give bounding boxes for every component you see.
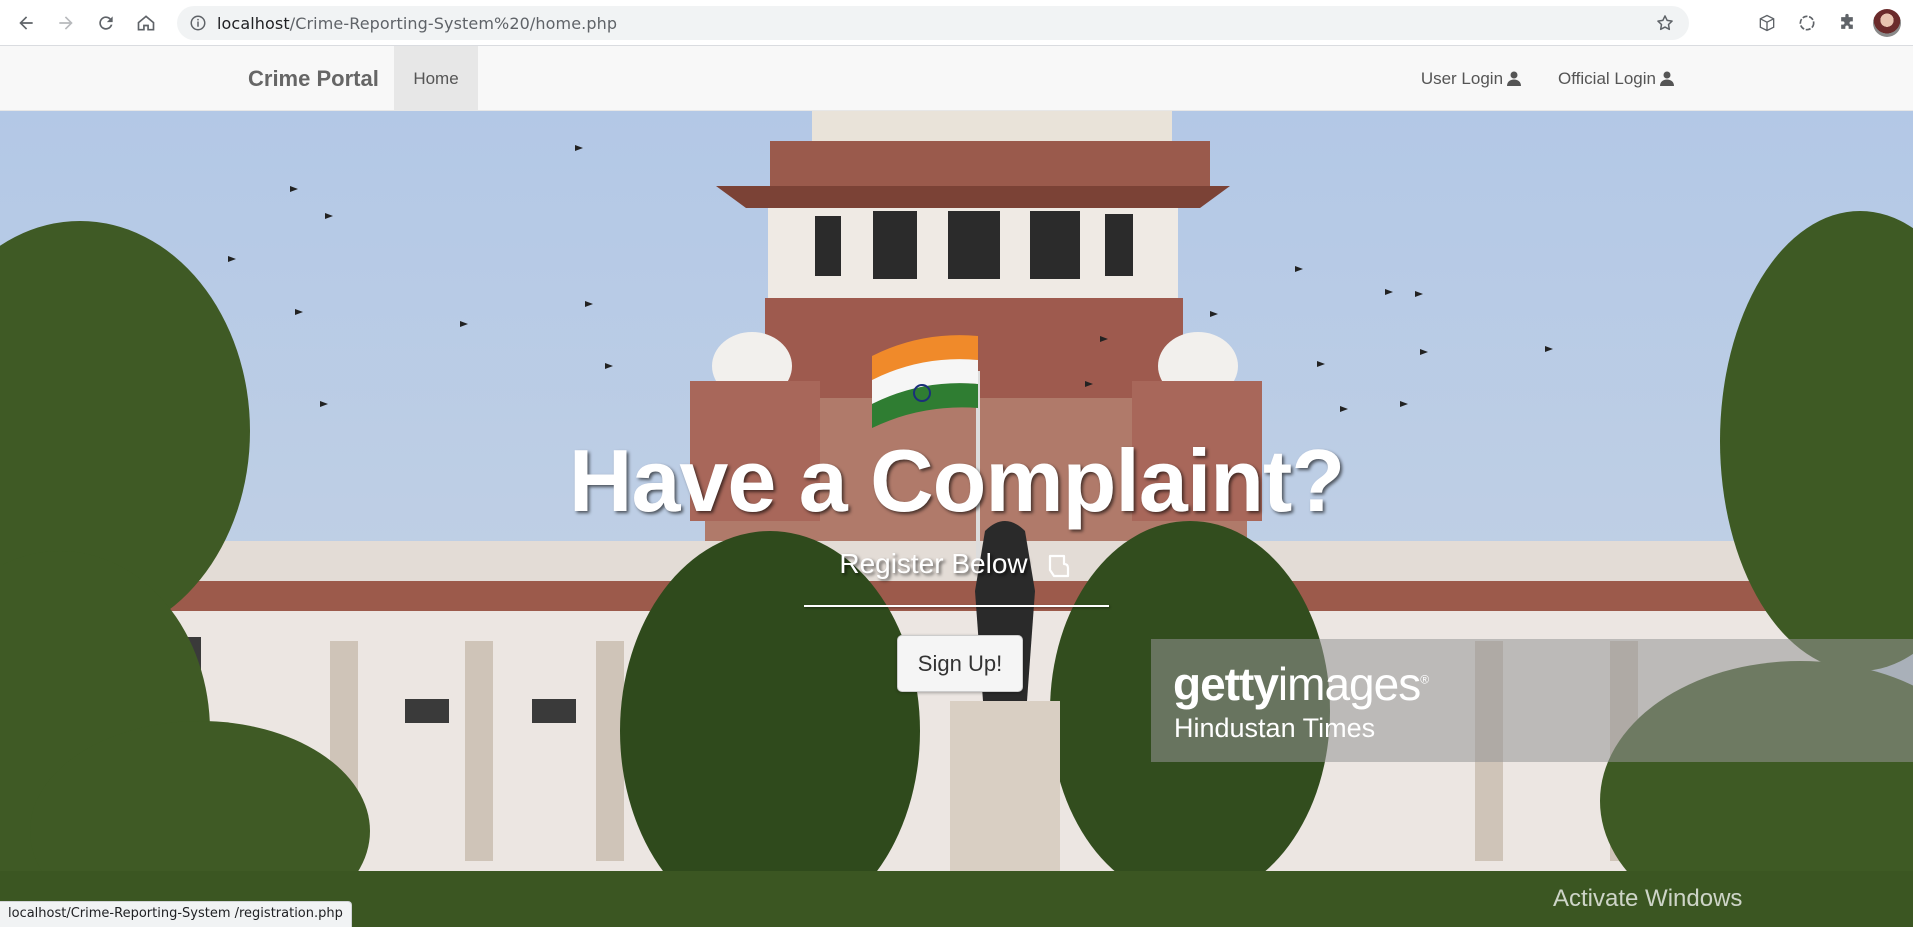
sign-up-button[interactable]: Sign Up! [897, 635, 1023, 692]
forward-icon[interactable] [46, 0, 86, 46]
hero-section: Have a Complaint? Register Below Sign Up… [0, 111, 1913, 927]
reload-icon[interactable] [86, 0, 126, 46]
browser-toolbar: localhost/Crime-Reporting-System%20/home… [0, 0, 1913, 46]
hero-subtitle: Register Below [0, 548, 1913, 580]
puzzle-extensions-icon[interactable] [1827, 0, 1867, 46]
home-icon[interactable] [126, 0, 166, 46]
extensions-area [1747, 0, 1913, 46]
address-bar[interactable]: localhost/Crime-Reporting-System%20/home… [177, 6, 1689, 40]
register-below-text: Register Below [839, 548, 1028, 579]
user-login-label: User Login [1420, 69, 1504, 88]
hand-pointing-down-icon [1048, 554, 1069, 577]
hero-divider [804, 605, 1109, 607]
cube-extension-icon[interactable] [1747, 0, 1787, 46]
user-icon [1507, 71, 1522, 86]
hero-title: Have a Complaint? [568, 431, 1345, 530]
getty-logo: gettyimages® [1173, 658, 1429, 710]
user-login-link[interactable]: User Login [1420, 46, 1522, 111]
nav-home[interactable]: Home [394, 46, 478, 111]
url-text: localhost/Crime-Reporting-System%20/home… [217, 13, 618, 33]
photo-credit: Hindustan Times [1174, 713, 1376, 743]
bookmark-star-icon[interactable] [1655, 13, 1675, 33]
site-navbar: Crime Portal Home User Login Official Lo… [0, 46, 1913, 111]
info-icon[interactable] [188, 13, 208, 33]
circle-extension-icon[interactable] [1787, 0, 1827, 46]
brand-link[interactable]: Crime Portal [248, 46, 379, 111]
activate-windows-overlay: Activate Windows [1553, 885, 1743, 912]
back-icon[interactable] [6, 0, 46, 46]
user-icon [1660, 71, 1674, 86]
link-status-bar: localhost/Crime-Reporting-System /regist… [0, 901, 352, 927]
profile-avatar[interactable] [1873, 9, 1901, 37]
nav-right: User Login Official Login [1384, 46, 1674, 111]
official-login-label: Official Login [1558, 69, 1656, 88]
getty-images-watermark: gettyimages® Hindustan Times [1151, 639, 1913, 762]
official-login-link[interactable]: Official Login [1558, 46, 1674, 111]
